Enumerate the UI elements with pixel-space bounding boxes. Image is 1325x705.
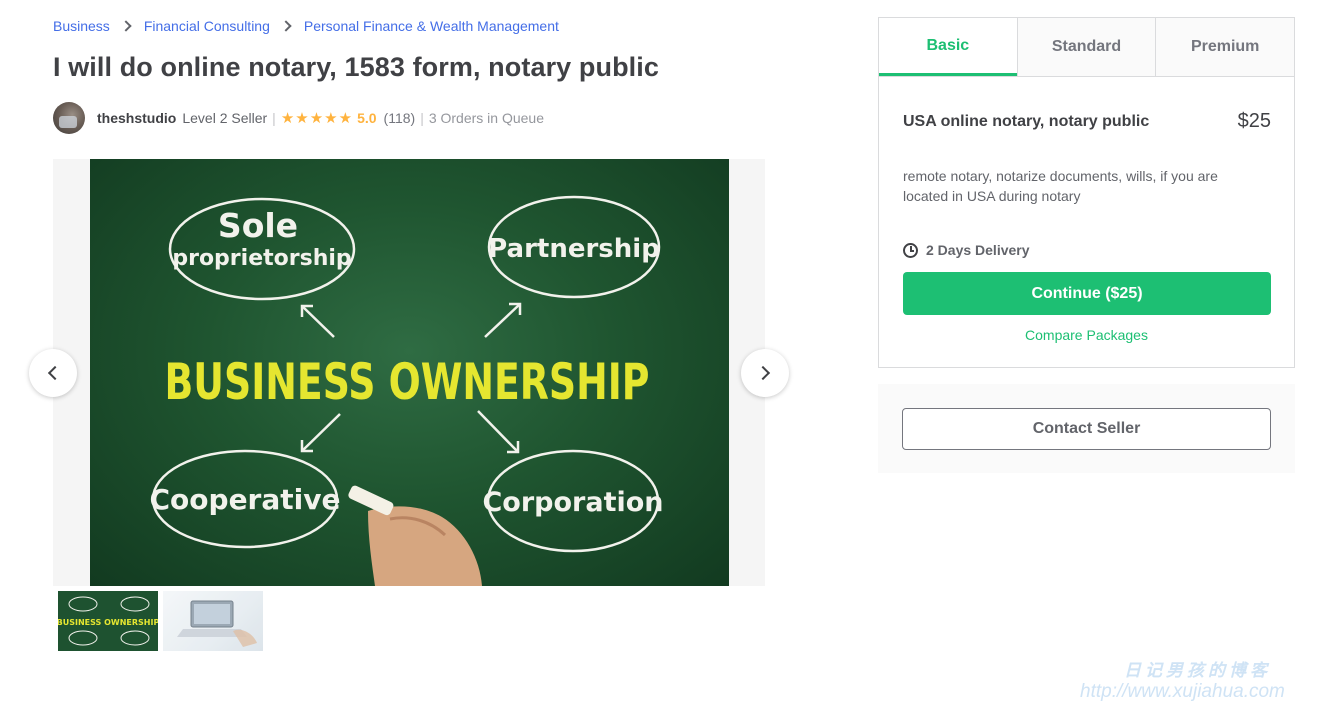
gallery-prev-button[interactable] <box>29 349 77 397</box>
chevron-right-icon <box>755 365 771 381</box>
hand-with-chalk <box>348 485 482 586</box>
tab-premium[interactable]: Premium <box>1155 18 1295 76</box>
seller-overview: theshstudio Level 2 Seller | ★★★★★ 5.0 (… <box>53 102 544 134</box>
page-title: I will do online notary, 1583 form, nota… <box>53 52 659 82</box>
watermark-url: http://www.xujiahua.com <box>1080 681 1285 702</box>
watermark-blog-name: 日记男孩的博客 <box>1124 661 1271 681</box>
compare-packages-link[interactable]: Compare Packages <box>879 327 1294 343</box>
separator: | <box>420 110 424 126</box>
node-corporation: Corporation <box>482 487 663 518</box>
headline-business-ownership: BUSINESS OWNERSHIP <box>165 353 650 411</box>
business-ownership-chalkboard: Sole proprietorship Partnership Cooperat… <box>150 195 664 586</box>
clock-icon <box>903 242 918 258</box>
breadcrumb-personal-finance[interactable]: Personal Finance & Wealth Management <box>304 18 559 34</box>
seller-name[interactable]: theshstudio <box>97 110 176 126</box>
package-tabs: Basic Standard Premium <box>879 18 1295 77</box>
package-description: remote notary, notarize documents, wills… <box>903 168 1218 204</box>
package-header: USA online notary, notary public $25 <box>903 110 1271 133</box>
node-partnership: Partnership <box>488 234 660 264</box>
seller-level: Level 2 Seller <box>182 110 268 126</box>
separator: | <box>272 110 276 126</box>
contact-seller-box: Contact Seller <box>878 384 1295 473</box>
orders-in-queue: 3 Orders in Queue <box>428 110 544 126</box>
package-price: $25 <box>1237 110 1271 132</box>
delivery-label: 2 Days Delivery <box>926 242 1030 258</box>
node-proprietorship: proprietorship <box>172 246 351 271</box>
gallery-next-button[interactable] <box>741 349 789 397</box>
package-name: USA online notary, notary public <box>903 112 1150 130</box>
breadcrumb-financial-consulting[interactable]: Financial Consulting <box>144 18 270 34</box>
review-count[interactable]: (118) <box>384 110 416 126</box>
thumb-headline: BUSINESS OWNERSHIP <box>58 618 158 627</box>
delivery-time: 2 Days Delivery <box>903 242 1030 258</box>
chevron-left-icon <box>47 365 63 381</box>
tab-standard[interactable]: Standard <box>1016 18 1156 76</box>
breadcrumb-business[interactable]: Business <box>53 18 110 34</box>
thumbnail-business-ownership[interactable]: BUSINESS OWNERSHIP <box>58 591 158 651</box>
rating-score: 5.0 <box>357 110 377 126</box>
gig-gallery: Sole proprietorship Partnership Cooperat… <box>53 159 765 586</box>
node-cooperative: Cooperative <box>150 483 341 516</box>
thumbnail-laptop[interactable] <box>163 591 263 651</box>
avatar[interactable] <box>53 102 85 134</box>
contact-seller-button[interactable]: Contact Seller <box>902 408 1271 450</box>
package-panel: Basic Standard Premium USA online notary… <box>878 17 1295 368</box>
continue-button[interactable]: Continue ($25) <box>903 272 1271 315</box>
star-rating-icon: ★★★★★ <box>280 110 354 127</box>
chevron-right-icon <box>120 20 132 32</box>
tab-basic[interactable]: Basic <box>879 18 1017 76</box>
gallery-thumbnails: BUSINESS OWNERSHIP <box>58 591 263 651</box>
chevron-right-icon <box>280 20 292 32</box>
node-sole: Sole <box>218 206 298 245</box>
gallery-main-image[interactable]: Sole proprietorship Partnership Cooperat… <box>90 159 729 586</box>
breadcrumb: Business Financial Consulting Personal F… <box>53 18 559 34</box>
